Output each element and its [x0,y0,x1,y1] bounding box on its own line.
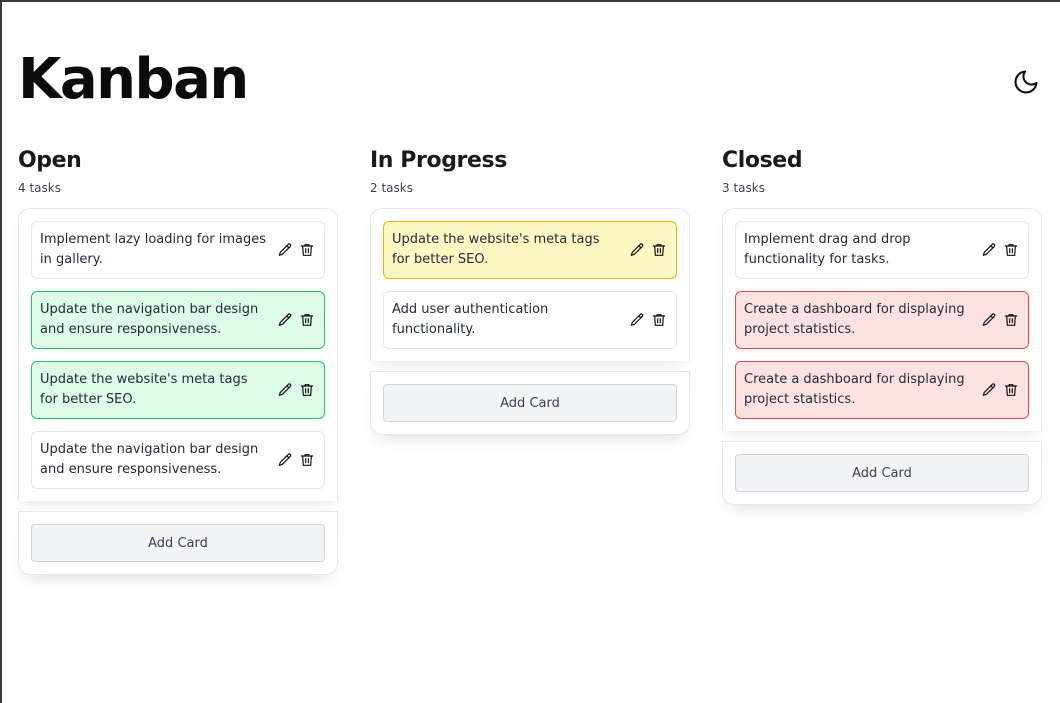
trash-icon [300,454,314,466]
task-card[interactable]: Add user authentication functionality. [383,291,677,349]
edit-button[interactable] [276,311,294,329]
delete-button[interactable] [298,451,316,469]
column-open: Open 4 tasks Implement lazy loading for … [18,146,338,575]
task-card[interactable]: Create a dashboard for displaying projec… [735,291,1029,349]
add-card-button[interactable]: Add Card [31,524,325,562]
pencil-icon [982,383,996,396]
add-card-button[interactable]: Add Card [735,454,1029,492]
delete-button[interactable] [1002,241,1020,259]
task-card-text: Add user authentication functionality. [392,302,549,337]
edit-button[interactable] [980,381,998,399]
card-list: Implement lazy loading for images in gal… [18,208,338,501]
task-card-text: Implement lazy loading for images in gal… [40,232,267,267]
column-in-progress: In Progress 2 tasks Update the website's… [370,146,690,435]
edit-button[interactable] [980,241,998,259]
trash-icon [652,244,666,256]
add-card-area: Add Card [722,441,1042,505]
column-task-count: 4 tasks [18,181,61,195]
delete-button[interactable] [650,311,668,329]
task-card[interactable]: Implement lazy loading for images in gal… [31,221,325,279]
card-list: Update the website's meta tags for bette… [370,208,690,361]
pencil-icon [278,453,292,466]
add-card-button[interactable]: Add Card [383,384,677,422]
trash-icon [300,384,314,396]
task-card[interactable]: Create a dashboard for displaying projec… [735,361,1029,419]
edit-button[interactable] [980,311,998,329]
trash-icon [1004,244,1018,256]
edit-button[interactable] [276,241,294,259]
delete-button[interactable] [1002,381,1020,399]
column-title: Closed [722,148,803,173]
column-task-count: 2 tasks [370,181,413,195]
task-card[interactable]: Update the navigation bar design and ens… [31,291,325,349]
pencil-icon [982,313,996,326]
pencil-icon [630,313,644,326]
trash-icon [300,314,314,326]
task-card[interactable]: Update the navigation bar design and ens… [31,431,325,489]
column-title: Open [18,148,82,173]
delete-button[interactable] [298,311,316,329]
delete-button[interactable] [650,241,668,259]
add-card-area: Add Card [18,511,338,575]
pencil-icon [630,243,644,256]
task-card-text: Update the navigation bar design and ens… [40,442,259,477]
trash-icon [652,314,666,326]
task-card-text: Update the website's meta tags for bette… [392,232,600,267]
theme-toggle-button[interactable] [1010,66,1042,98]
pencil-icon [982,243,996,256]
moon-icon [1014,70,1038,94]
delete-button[interactable] [298,241,316,259]
edit-button[interactable] [628,311,646,329]
edit-button[interactable] [628,241,646,259]
edit-button[interactable] [276,451,294,469]
task-card[interactable]: Implement drag and drop functionality fo… [735,221,1029,279]
page-title: Kanban [18,47,249,112]
task-card[interactable]: Update the website's meta tags for bette… [383,221,677,279]
task-card[interactable]: Update the website's meta tags for bette… [31,361,325,419]
trash-icon [300,244,314,256]
task-card-text: Update the website's meta tags for bette… [40,372,248,407]
pencil-icon [278,313,292,326]
trash-icon [1004,384,1018,396]
delete-button[interactable] [298,381,316,399]
delete-button[interactable] [1002,311,1020,329]
column-title: In Progress [370,148,507,173]
card-list: Implement drag and drop functionality fo… [722,208,1042,431]
edit-button[interactable] [276,381,294,399]
pencil-icon [278,243,292,256]
column-closed: Closed 3 tasks Implement drag and drop f… [722,146,1042,505]
column-task-count: 3 tasks [722,181,765,195]
task-card-text: Create a dashboard for displaying projec… [744,372,965,407]
task-card-text: Update the navigation bar design and ens… [40,302,259,337]
task-card-text: Implement drag and drop functionality fo… [744,232,911,267]
pencil-icon [278,383,292,396]
trash-icon [1004,314,1018,326]
add-card-area: Add Card [370,371,690,435]
task-card-text: Create a dashboard for displaying projec… [744,302,965,337]
